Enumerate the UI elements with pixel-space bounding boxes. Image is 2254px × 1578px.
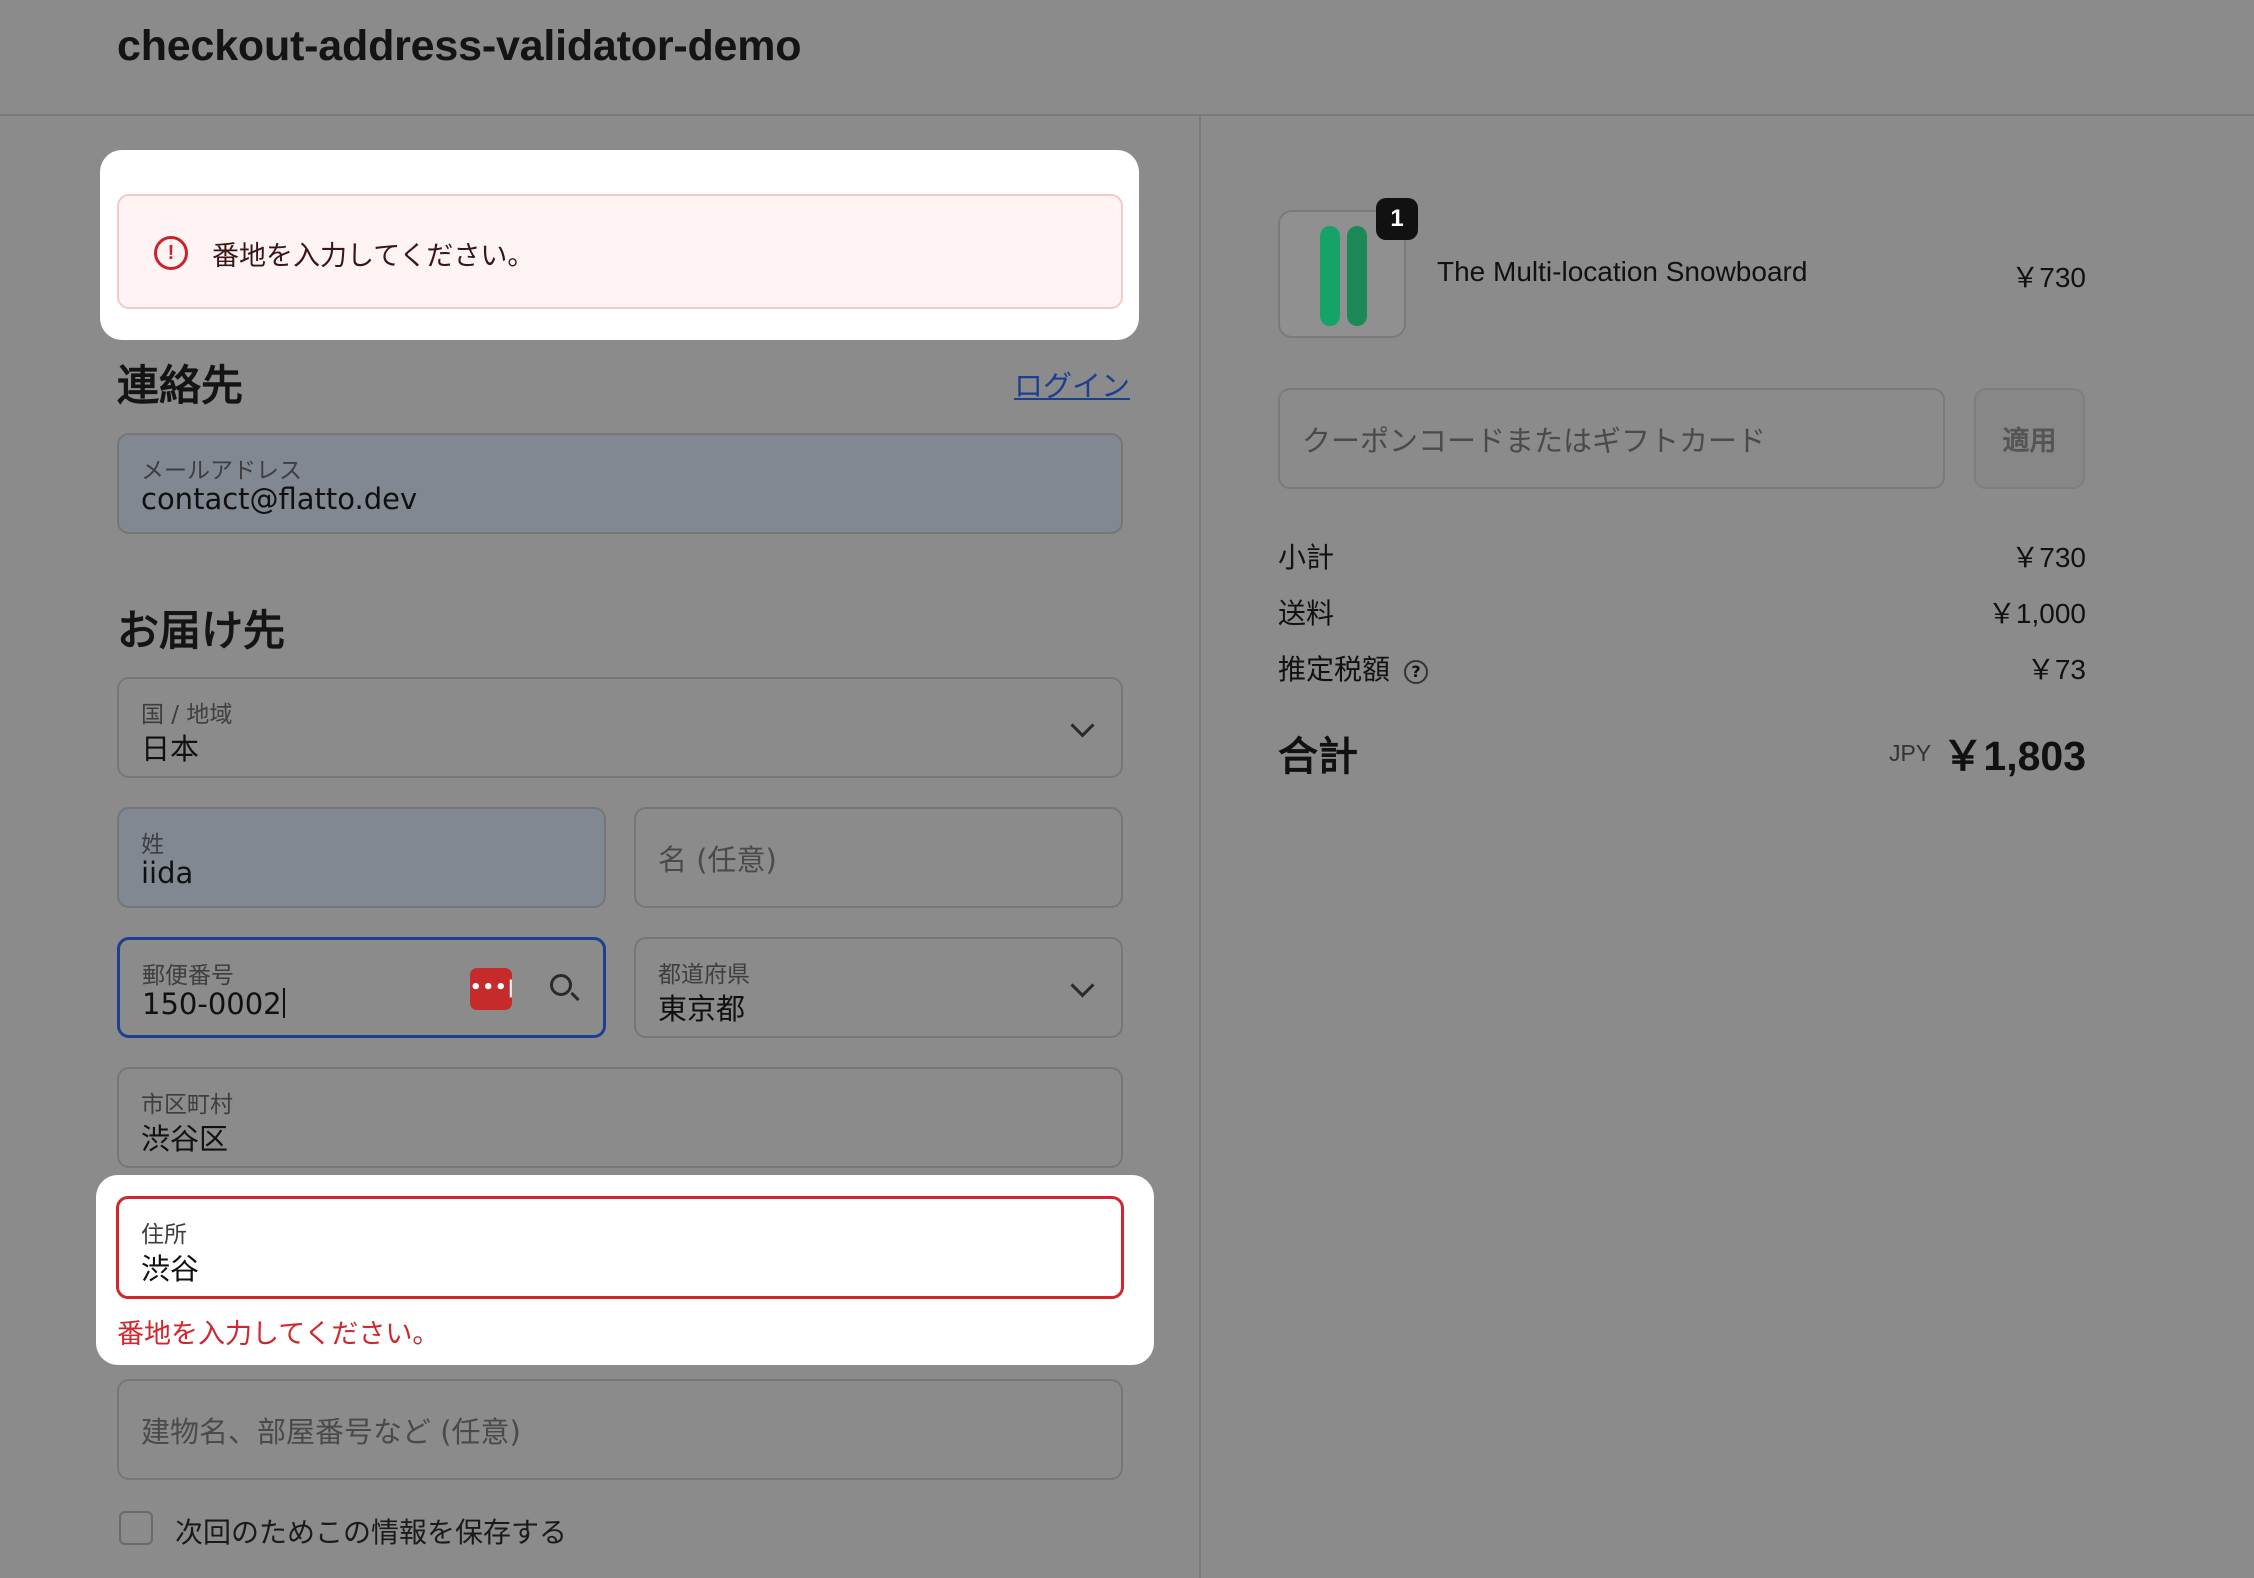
postal-code-field[interactable]: 郵便番号 150-0002 •••| [117,937,606,1038]
last-name-value: iida [141,856,194,890]
store-name[interactable]: checkout-address-validator-demo [117,22,802,71]
city-field[interactable]: 市区町村 渋谷区 [117,1067,1123,1168]
column-divider [1199,116,1201,1578]
shipping-label: 送料 [1278,597,1335,630]
postal-code-value-wrap: 150-0002 [142,987,285,1021]
total-currency: JPY [1889,740,1932,766]
postal-code-value: 150-0002 [142,987,282,1021]
country-value: 日本 [141,732,200,766]
quantity-badge: 1 [1376,198,1418,240]
building-placeholder: 建物名、部屋番号など (任意) [141,1414,521,1449]
alert-circle-icon: ! [154,236,188,270]
city-value: 渋谷区 [141,1122,229,1156]
first-name-placeholder: 名 (任意) [658,842,777,877]
product-price: ￥730 [2011,262,2086,293]
text-caret [282,988,285,1018]
snowboard-image [1320,226,1340,326]
total-value: ￥1,803 [1942,733,2086,779]
help-icon[interactable]: ? [1404,660,1429,684]
header: checkout-address-validator-demo [0,0,2254,116]
prefecture-select[interactable]: 都道府県 東京都 [634,937,1123,1038]
city-label: 市区町村 [141,1092,233,1118]
building-field[interactable]: 建物名、部屋番号など (任意) [117,1379,1123,1480]
apply-coupon-button[interactable]: 適用 [1974,388,2085,489]
save-info-label[interactable]: 次回のためこの情報を保存する [175,1511,567,1551]
contact-title: 連絡先 [117,361,244,410]
chevron-down-icon [1070,973,1095,998]
address-label: 住所 [141,1222,187,1248]
prefecture-label: 都道府県 [658,962,750,988]
banner-message: 番地を入力してください。 [212,241,535,272]
first-name-field[interactable]: 名 (任意) [634,807,1123,908]
chevron-down-icon [1070,713,1095,738]
tax-label: 推定税額 [1278,653,1391,686]
shipping-value: ￥1,000 [1987,598,2086,629]
country-select[interactable]: 国 / 地域 日本 [117,677,1123,778]
coupon-placeholder: クーポンコードまたはギフトカード [1302,423,1767,458]
product-name: The Multi-location Snowboard [1437,256,1808,287]
delivery-title: お届け先 [117,606,286,655]
email-label: メールアドレス [141,458,302,484]
snowboard-image [1347,226,1367,326]
last-name-field[interactable]: 姓 iida [117,807,606,908]
login-link[interactable]: ログイン [1014,363,1130,405]
save-info-checkbox[interactable] [119,1511,153,1545]
total-label: 合計 [1278,734,1358,780]
email-field[interactable]: メールアドレス contact@flatto.dev [117,433,1123,534]
tax-value: ￥73 [2026,654,2086,685]
subtotal-value: ￥730 [2011,542,2086,573]
postal-code-label: 郵便番号 [142,963,234,989]
address-value: 渋谷 [141,1252,200,1286]
tax-row-label: 推定税額? [1278,648,1429,688]
prefecture-value: 東京都 [658,992,746,1026]
password-manager-icon[interactable]: •••| [470,968,514,1010]
error-banner: ! 番地を入力してください。 [117,194,1123,309]
email-value: contact@flatto.dev [141,482,418,516]
address-field[interactable]: 住所 渋谷 [116,1196,1124,1299]
address-error-message: 番地を入力してください。 [117,1319,440,1350]
last-name-label: 姓 [141,832,164,858]
coupon-input[interactable]: クーポンコードまたはギフトカード [1278,388,1945,489]
country-label: 国 / 地域 [141,702,233,728]
subtotal-label: 小計 [1278,541,1335,574]
search-icon[interactable] [550,974,572,996]
